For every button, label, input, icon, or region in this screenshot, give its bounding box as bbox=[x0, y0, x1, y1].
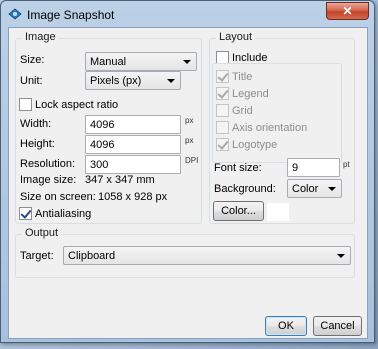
include-grid-checkbox-box[interactable] bbox=[216, 104, 229, 117]
include-label: Include bbox=[232, 51, 268, 64]
antialiasing-checkbox-box[interactable] bbox=[19, 207, 32, 220]
chevron-down-icon bbox=[167, 79, 175, 83]
include-logotype-label: Logotype bbox=[232, 138, 278, 151]
cancel-button-label: Cancel bbox=[320, 320, 355, 332]
layout-group-legend: Layout bbox=[216, 31, 256, 43]
chevron-down-icon bbox=[183, 60, 191, 64]
title-bar[interactable]: Image Snapshot ✕ bbox=[1, 1, 374, 27]
include-legend-label: Legend bbox=[232, 87, 269, 100]
dialog-client-area: Image Size: Manual Unit: Pixels (px) Loc… bbox=[8, 27, 368, 339]
resolution-unit: DPI bbox=[185, 156, 199, 165]
close-button[interactable]: ✕ bbox=[326, 2, 369, 20]
image-group-legend: Image bbox=[22, 31, 59, 43]
lock-aspect-label: Lock aspect ratio bbox=[35, 98, 119, 111]
window-title: Image Snapshot bbox=[27, 8, 115, 22]
unit-dropdown[interactable]: Pixels (px) bbox=[85, 71, 181, 90]
height-value: 4096 bbox=[90, 138, 115, 151]
unit-label: Unit: bbox=[20, 75, 43, 87]
resolution-field[interactable]: 300 bbox=[85, 155, 181, 174]
target-dropdown-value: Clipboard bbox=[68, 249, 116, 262]
include-axis-orientation-checkbox-box[interactable] bbox=[216, 121, 229, 134]
size-on-screen-value: 1058 x 928 px bbox=[98, 191, 168, 203]
image-snapshot-dialog: Image Snapshot ✕ Image Size: Manual Unit… bbox=[0, 0, 375, 343]
image-size-label: Image size: bbox=[20, 174, 77, 186]
size-label: Size: bbox=[20, 54, 45, 66]
width-field[interactable]: 4096 bbox=[85, 115, 181, 134]
background-label: Background: bbox=[214, 183, 276, 195]
resolution-value: 300 bbox=[90, 158, 109, 171]
size-on-screen-label: Size on screen: bbox=[20, 191, 96, 203]
close-icon: ✕ bbox=[342, 4, 353, 18]
include-legend-checkbox-box[interactable] bbox=[216, 87, 229, 100]
font-size-unit: pt bbox=[343, 160, 350, 169]
antialiasing-checkbox[interactable]: Antialiasing bbox=[19, 207, 91, 220]
unit-dropdown-value: Pixels (px) bbox=[90, 74, 142, 87]
height-unit: px bbox=[185, 136, 194, 145]
width-unit: px bbox=[185, 116, 194, 125]
background-dropdown-value: Color bbox=[292, 182, 319, 195]
include-grid-checkbox[interactable]: Grid bbox=[216, 104, 253, 117]
app-icon bbox=[8, 8, 22, 20]
height-label: Height: bbox=[20, 138, 55, 150]
width-value: 4096 bbox=[90, 118, 115, 131]
font-size-field[interactable]: 9 bbox=[287, 158, 340, 177]
background-dropdown[interactable]: Color bbox=[287, 179, 342, 198]
include-logotype-checkbox[interactable]: Logotype bbox=[216, 138, 277, 151]
font-size-value: 9 bbox=[292, 161, 299, 174]
target-label: Target: bbox=[20, 250, 54, 262]
include-title-checkbox-box[interactable] bbox=[216, 70, 229, 83]
include-title-checkbox[interactable]: Title bbox=[216, 70, 252, 83]
include-grid-label: Grid bbox=[232, 104, 253, 117]
background-color-swatch[interactable] bbox=[266, 202, 290, 222]
cancel-button[interactable]: Cancel bbox=[313, 316, 362, 336]
chevron-down-icon bbox=[337, 254, 345, 258]
include-logotype-checkbox-box[interactable] bbox=[216, 138, 229, 151]
height-field[interactable]: 4096 bbox=[85, 135, 181, 154]
include-title-label: Title bbox=[232, 70, 253, 83]
font-size-label: Font size: bbox=[214, 162, 262, 174]
lock-aspect-checkbox-box[interactable] bbox=[19, 98, 32, 111]
width-label: Width: bbox=[20, 118, 52, 130]
include-legend-checkbox[interactable]: Legend bbox=[216, 87, 269, 100]
ok-button[interactable]: OK bbox=[265, 316, 307, 336]
antialiasing-label: Antialiasing bbox=[35, 207, 92, 220]
size-dropdown[interactable]: Manual bbox=[85, 52, 197, 71]
image-size-value: 347 x 347 mm bbox=[85, 174, 155, 186]
resolution-label: Resolution: bbox=[20, 158, 76, 170]
color-button-label: Color... bbox=[221, 205, 256, 217]
target-dropdown[interactable]: Clipboard bbox=[63, 246, 351, 265]
include-axis-orientation-label: Axis orientation bbox=[232, 121, 308, 134]
include-axis-orientation-checkbox[interactable]: Axis orientation bbox=[216, 121, 307, 134]
chevron-down-icon bbox=[328, 187, 336, 191]
output-group-legend: Output bbox=[22, 227, 62, 239]
color-button[interactable]: Color... bbox=[213, 201, 264, 221]
lock-aspect-checkbox[interactable]: Lock aspect ratio bbox=[19, 98, 118, 111]
size-dropdown-value: Manual bbox=[90, 55, 127, 68]
ok-button-label: OK bbox=[278, 320, 294, 332]
